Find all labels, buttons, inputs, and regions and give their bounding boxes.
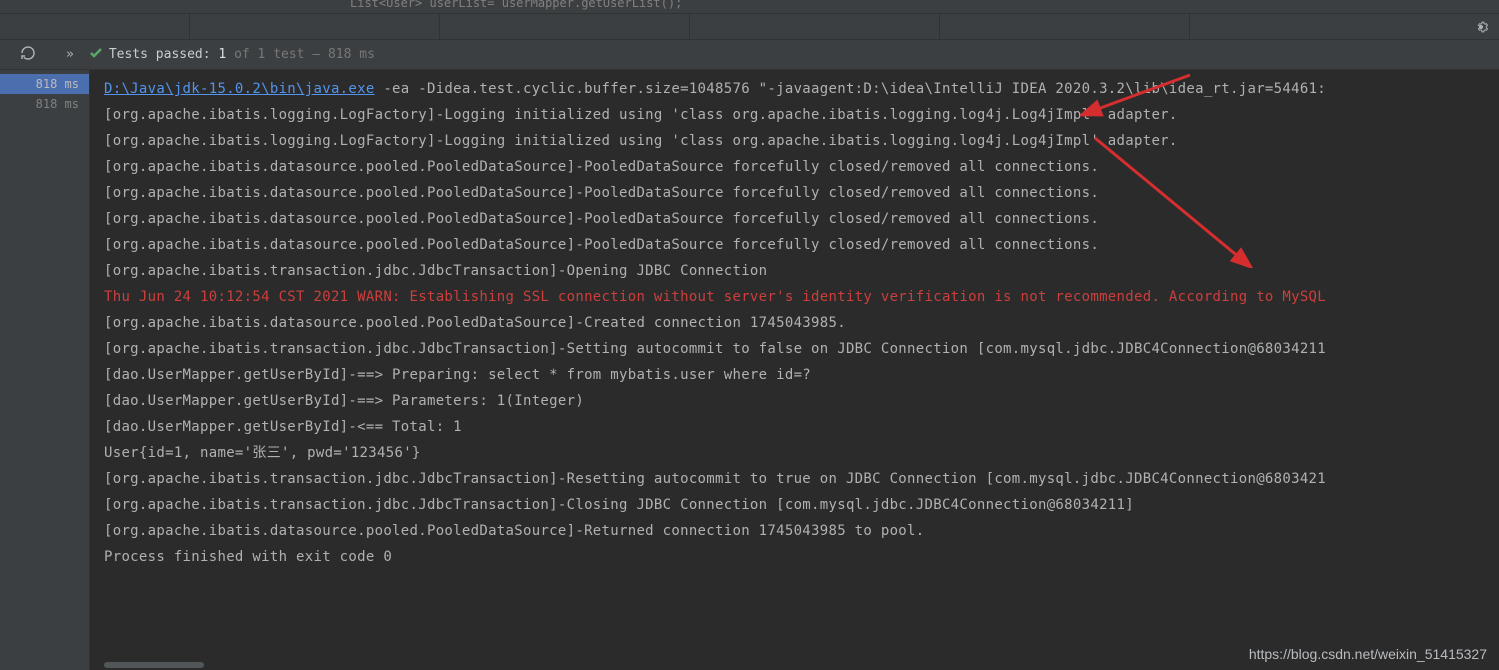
console-line: [org.apache.ibatis.transaction.jdbc.Jdbc…	[104, 258, 1499, 284]
console-line: [dao.UserMapper.getUserById]-<== Total: …	[104, 414, 1499, 440]
timing-panel: 818 ms 818 ms	[0, 70, 90, 670]
editor-top-bar: List<User> userList= userMapper.getUserL…	[0, 0, 1499, 14]
console-line: [org.apache.ibatis.datasource.pooled.Poo…	[104, 518, 1499, 544]
code-fragment: List<User> userList= userMapper.getUserL…	[350, 0, 682, 10]
java-args: -ea -Didea.test.cyclic.buffer.size=10485…	[375, 81, 1326, 97]
console-warn-line: Thu Jun 24 10:12:54 CST 2021 WARN: Estab…	[104, 284, 1499, 310]
timing-row[interactable]: 818 ms	[0, 74, 89, 94]
tab[interactable]	[440, 14, 690, 39]
console-line: D:\Java\jdk-15.0.2\bin\java.exe -ea -Did…	[104, 76, 1499, 102]
main-content: 818 ms 818 ms D:\Java\jdk-15.0.2\bin\jav…	[0, 70, 1499, 670]
gear-icon[interactable]	[1473, 19, 1489, 39]
timing-row[interactable]: 818 ms	[0, 94, 89, 114]
tab[interactable]	[690, 14, 940, 39]
console-line: [org.apache.ibatis.datasource.pooled.Poo…	[104, 180, 1499, 206]
tab[interactable]	[0, 14, 190, 39]
console-line: [org.apache.ibatis.datasource.pooled.Poo…	[104, 154, 1499, 180]
horizontal-scrollbar[interactable]	[104, 662, 204, 668]
chevron-right-icon[interactable]: »	[66, 47, 74, 62]
console-line: Process finished with exit code 0	[104, 544, 1499, 570]
console-line: [org.apache.ibatis.transaction.jdbc.Jdbc…	[104, 466, 1499, 492]
tests-summary: of 1 test – 818 ms	[234, 47, 375, 62]
console-line: [org.apache.ibatis.datasource.pooled.Poo…	[104, 232, 1499, 258]
console-output[interactable]: D:\Java\jdk-15.0.2\bin\java.exe -ea -Did…	[90, 70, 1499, 670]
refresh-icon[interactable]	[20, 45, 36, 65]
console-line: [org.apache.ibatis.transaction.jdbc.Jdbc…	[104, 492, 1499, 518]
java-exe-link[interactable]: D:\Java\jdk-15.0.2\bin\java.exe	[104, 81, 375, 97]
console-line: [org.apache.ibatis.logging.LogFactory]-L…	[104, 128, 1499, 154]
console-line: [org.apache.ibatis.logging.LogFactory]-L…	[104, 102, 1499, 128]
console-line: [org.apache.ibatis.datasource.pooled.Poo…	[104, 310, 1499, 336]
tabs-bar	[0, 14, 1499, 40]
console-line: [org.apache.ibatis.transaction.jdbc.Jdbc…	[104, 336, 1499, 362]
tests-passed-label: Tests passed:	[109, 47, 211, 62]
console-line: User{id=1, name='张三', pwd='123456'}	[104, 440, 1499, 466]
tab[interactable]	[190, 14, 440, 39]
test-toolbar: » Tests passed: 1 of 1 test – 818 ms	[0, 40, 1499, 70]
console-line: [org.apache.ibatis.datasource.pooled.Poo…	[104, 206, 1499, 232]
tests-status: Tests passed: 1 of 1 test – 818 ms	[109, 47, 375, 62]
tests-count: 1	[218, 47, 226, 62]
watermark: https://blog.csdn.net/weixin_51415327	[1249, 646, 1487, 662]
console-line: [dao.UserMapper.getUserById]-==> Paramet…	[104, 388, 1499, 414]
console-line: [dao.UserMapper.getUserById]-==> Prepari…	[104, 362, 1499, 388]
check-icon	[89, 46, 103, 64]
tab[interactable]	[940, 14, 1190, 39]
